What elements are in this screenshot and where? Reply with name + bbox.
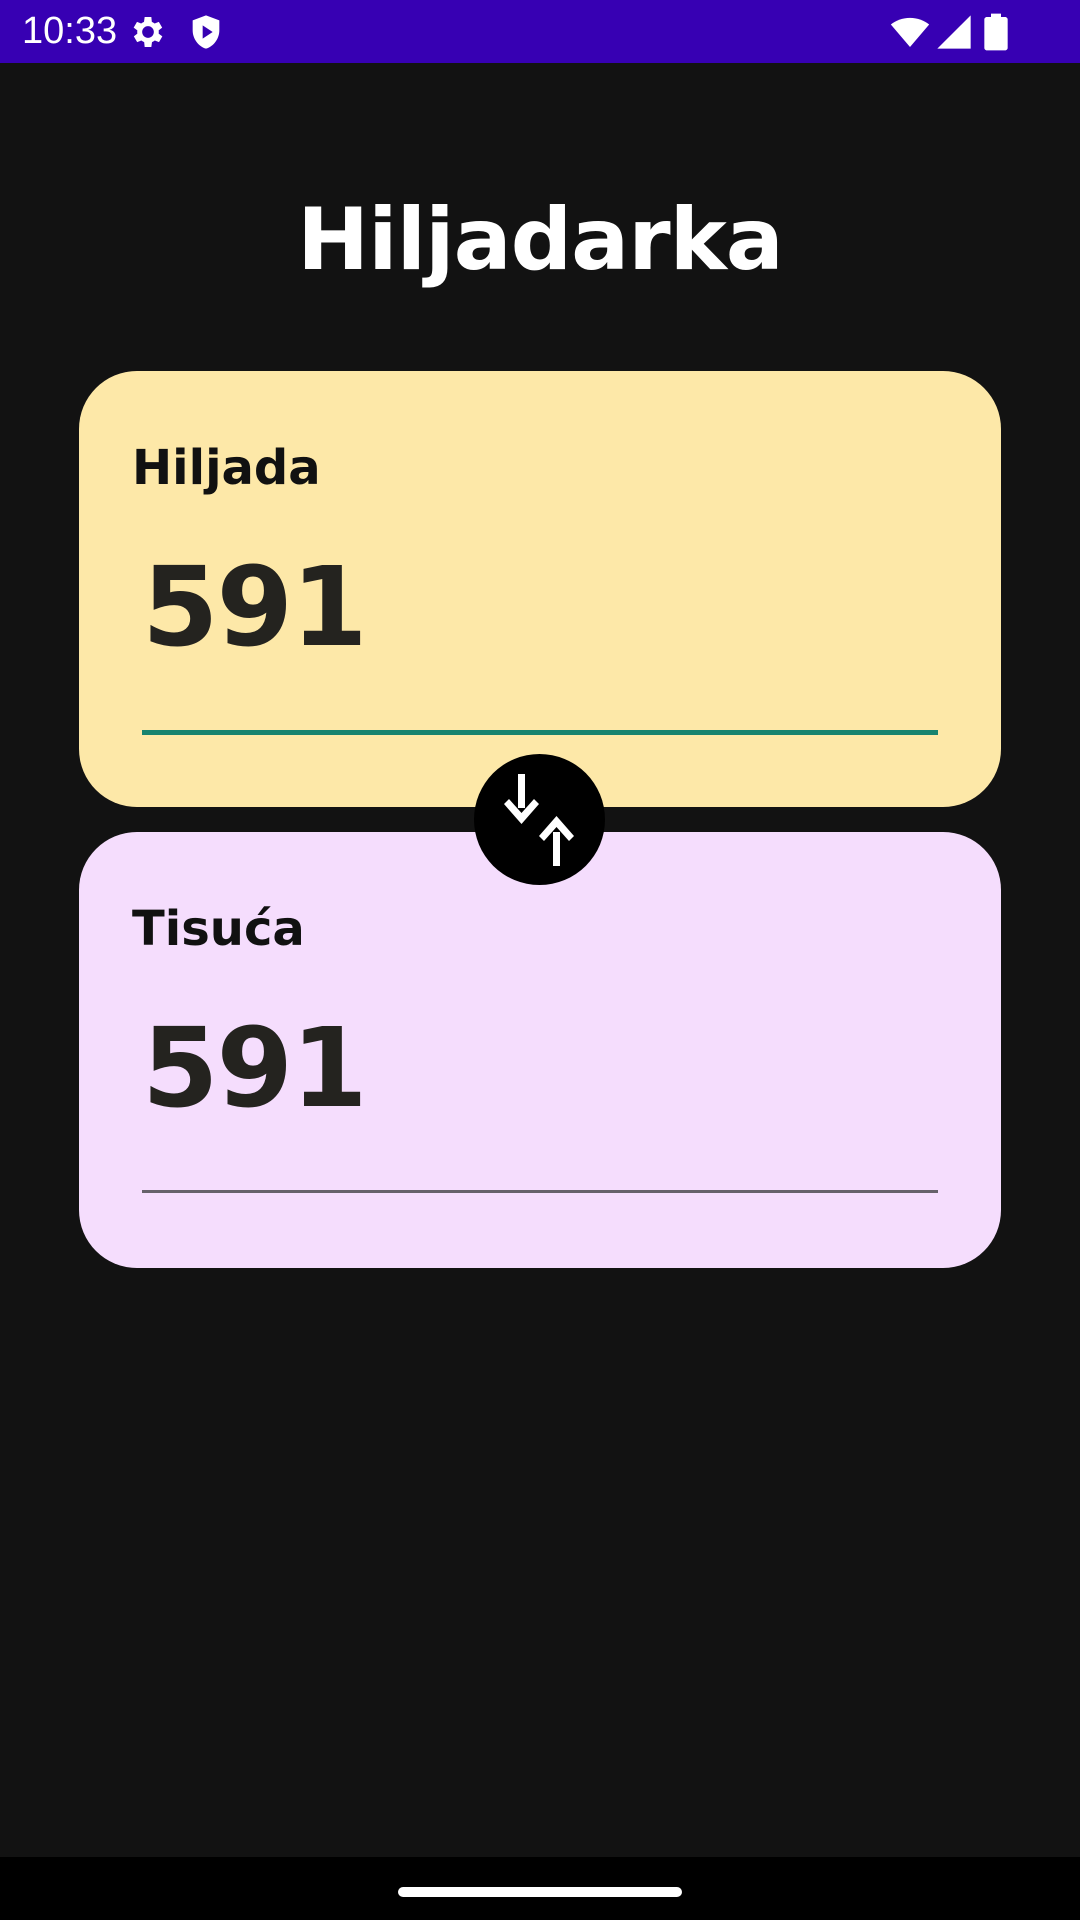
home-gesture-handle[interactable]	[398, 1887, 682, 1897]
status-time: 10:33	[22, 10, 118, 52]
swap-vertical-arrows-icon	[504, 774, 574, 866]
hiljada-input-underline	[142, 730, 938, 735]
wifi-icon	[888, 12, 932, 52]
swap-button[interactable]	[474, 754, 605, 885]
tisuca-input[interactable]	[142, 1018, 938, 1118]
shield-play-icon	[186, 12, 226, 52]
navigation-bar	[0, 1857, 1080, 1920]
app-screen: 10:33 Hiljadarka Hiljada Tisuća	[0, 0, 1080, 1920]
status-bar: 10:33	[0, 0, 1080, 63]
tisuca-card: Tisuća	[79, 832, 1001, 1268]
tisuca-input-underline	[142, 1190, 938, 1193]
cellular-signal-icon	[934, 12, 974, 52]
tisuca-label: Tisuća	[132, 901, 305, 957]
hiljada-input[interactable]	[142, 557, 938, 657]
battery-icon	[982, 12, 1010, 52]
app-title: Hiljadarka	[297, 190, 784, 290]
hiljada-label: Hiljada	[132, 440, 321, 496]
settings-gear-icon	[128, 12, 168, 52]
hiljada-card: Hiljada	[79, 371, 1001, 807]
